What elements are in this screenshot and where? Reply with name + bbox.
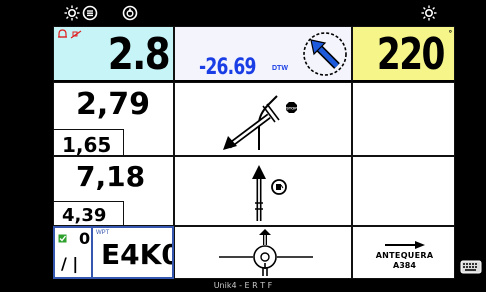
partial-distance-cell-1[interactable]: 2,79 1,65 xyxy=(53,82,174,156)
direction-arrow-icon xyxy=(301,30,349,78)
road-number: A384 xyxy=(393,261,416,270)
partial-sub-value-2: 4,39 xyxy=(62,205,107,226)
roadbook-box-2[interactable] xyxy=(174,156,352,226)
roadbook-box-1[interactable]: STOP xyxy=(174,82,352,156)
straight-with-fuel-icon xyxy=(241,163,301,223)
partial-sub-box: 1,65 xyxy=(54,129,124,156)
checkbox-icon[interactable] xyxy=(58,234,67,243)
fork-left-with-stop-icon: STOP xyxy=(219,88,309,152)
distance-to-waypoint-cell[interactable]: -26.69 DTW xyxy=(174,26,352,82)
power-icon[interactable] xyxy=(122,5,138,21)
menu-circle-icon[interactable] xyxy=(82,5,98,21)
svg-text:STOP: STOP xyxy=(286,106,297,111)
road-arrow-icon xyxy=(385,241,425,249)
dtw-value: -26.69 xyxy=(199,55,256,80)
heading-cell[interactable]: 220 ° xyxy=(352,26,455,82)
partial-main-value: 2,79 xyxy=(76,87,151,122)
roundabout-straight-icon xyxy=(217,229,317,277)
brightness-icon[interactable] xyxy=(64,5,80,21)
roadbook-info-1[interactable] xyxy=(352,82,455,156)
heading-unit: ° xyxy=(448,29,452,38)
partial-distance-cell-2[interactable]: 7,18 4,39 xyxy=(53,156,174,226)
road-name: ANTEQUERA xyxy=(375,251,434,260)
device-footer: Unik4 - E R T F xyxy=(0,279,486,292)
waypoint-cell[interactable]: 0 / | WPT E4K0 xyxy=(53,226,174,279)
bell-alarm-icon xyxy=(57,29,68,39)
dtw-unit: DTW xyxy=(272,65,288,72)
keyboard-icon[interactable] xyxy=(460,260,482,274)
partial-main-value-2: 7,18 xyxy=(76,160,146,193)
satellite-icon xyxy=(70,30,82,39)
wpt-box: WPT E4K0 xyxy=(91,228,174,277)
status-bar xyxy=(0,0,486,26)
brightness-icon-right[interactable] xyxy=(421,5,437,21)
wpt-code: E4K0 xyxy=(101,238,174,271)
waypoint-counter: 0 xyxy=(79,229,91,248)
road-sign-cell[interactable]: ANTEQUERA A384 xyxy=(352,226,455,279)
partial-sub-value: 1,65 xyxy=(62,133,112,156)
trip-display: 2.8 -26.69 DTW 220 ° 2,79 1,65 STOP 7,18… xyxy=(53,26,455,279)
heading-value: 220 xyxy=(377,29,446,80)
partial-sub-box-2: 4,39 xyxy=(54,201,124,226)
wpt-label: WPT xyxy=(96,230,110,236)
speed-value: 2.8 xyxy=(107,29,171,80)
roadbook-box-3[interactable] xyxy=(174,226,352,279)
speed-cell[interactable]: 2.8 xyxy=(53,26,174,82)
roadbook-info-2[interactable] xyxy=(352,156,455,226)
waypoint-marks: / | xyxy=(61,254,79,273)
